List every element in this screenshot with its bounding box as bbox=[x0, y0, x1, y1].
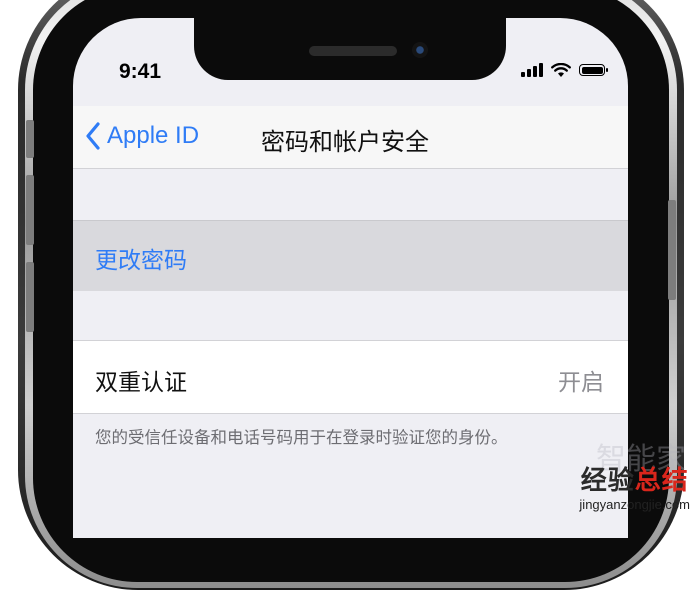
side-power-button bbox=[668, 200, 676, 300]
back-button-label: Apple ID bbox=[107, 122, 200, 149]
volume-down-button bbox=[26, 262, 34, 332]
wifi-icon bbox=[551, 62, 571, 77]
navigation-bar: Apple ID 密码和帐户安全 bbox=[73, 106, 628, 169]
page-title: 密码和帐户安全 bbox=[261, 128, 429, 156]
two-factor-footnote: 您的受信任设备和电话号码用于在登录时验证您的身份。 bbox=[95, 428, 508, 447]
status-icons bbox=[521, 62, 608, 78]
speaker-grille bbox=[309, 46, 397, 56]
two-factor-label: 双重认证 bbox=[95, 370, 187, 396]
section-gap-middle bbox=[73, 291, 628, 340]
watermark-url: jingyanzongjie.com bbox=[579, 497, 690, 512]
section-gap-top bbox=[73, 169, 628, 220]
back-chevron-icon bbox=[86, 122, 100, 150]
mute-switch bbox=[26, 120, 34, 158]
phone-screen: 9:41 Apple ID 密码和帐户安全 更改密码 双重认证 开启 您的受信任… bbox=[73, 18, 628, 538]
signal-icon bbox=[521, 63, 543, 77]
change-password-row[interactable]: 更改密码 bbox=[73, 220, 628, 292]
watermark: 经验总结 jingyanzongjie.com bbox=[579, 460, 690, 512]
two-factor-row[interactable]: 双重认证 开启 bbox=[73, 340, 628, 414]
two-factor-status: 开启 bbox=[558, 370, 604, 396]
battery-icon bbox=[579, 64, 608, 76]
notch bbox=[194, 18, 506, 80]
front-camera bbox=[412, 42, 428, 58]
volume-up-button bbox=[26, 175, 34, 245]
back-button[interactable]: Apple ID bbox=[85, 118, 199, 154]
change-password-label: 更改密码 bbox=[95, 248, 187, 274]
status-time: 9:41 bbox=[119, 60, 162, 83]
watermark-brand: 经验总结 bbox=[580, 466, 689, 496]
